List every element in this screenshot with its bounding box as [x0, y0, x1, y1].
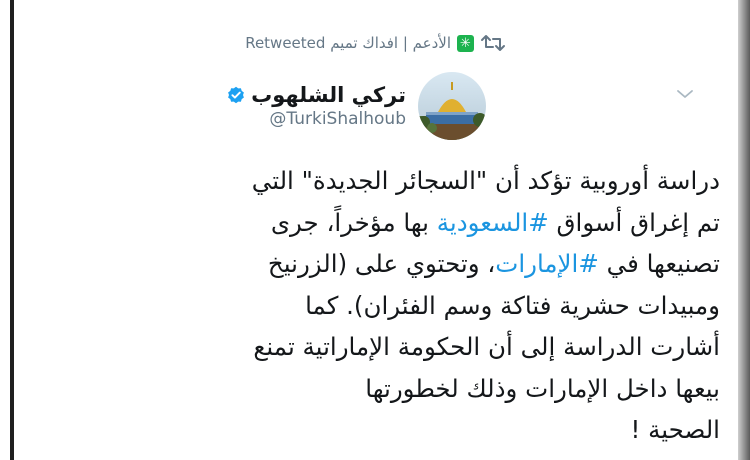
tweet-line: بيعها داخل الإمارات وذلك لخطورتها	[365, 373, 720, 403]
hashtag-link[interactable]: #السعودية	[437, 208, 549, 237]
retweeter-link[interactable]: الأدعم | افداك تميم Retweeted	[245, 34, 451, 52]
tweet-line: تصنيعها في #الإمارات، وتحتوي على (الزرني…	[56, 243, 720, 285]
tweet-line: ومبيدات حشرية فتاكة وسم الفئران). كما	[305, 290, 720, 320]
author-display-name[interactable]: تركي الشلهوب	[251, 83, 406, 107]
retweeted-label: Retweeted	[245, 34, 326, 52]
tweet-line: تم إغراق أسواق #السعودية بها مؤخراً، جرى	[56, 202, 720, 244]
tweet-line: أشارت الدراسة إلى أن الحكومة الإماراتية …	[253, 332, 720, 361]
retweet-context[interactable]: ✳ الأدعم | افداك تميم Retweeted	[245, 34, 506, 52]
avatar[interactable]	[418, 72, 486, 140]
author-handle[interactable]: @TurkiShalhoub	[269, 109, 406, 129]
tweet-header: تركي الشلهوب @TurkiShalhoub	[227, 72, 486, 140]
tweet-line: دراسة أوروبية تؤكد أن "السجائر الجديدة" …	[251, 166, 720, 195]
tweet-text: دراسة أوروبية تؤكد أن "السجائر الجديدة" …	[56, 160, 720, 451]
screen-edge-right	[738, 0, 750, 460]
dome-of-the-rock-avatar-image	[418, 72, 486, 140]
tweet-line: الصحية !	[630, 415, 720, 444]
retweeter-name[interactable]: الأدعم | افداك تميم	[330, 34, 451, 52]
tweet-text-segment: تم إغراق أسواق	[548, 207, 720, 237]
name-row: تركي الشلهوب	[227, 83, 406, 107]
hashtag-link[interactable]: #الإمارات	[495, 249, 599, 278]
author-names: تركي الشلهوب @TurkiShalhoub	[227, 83, 406, 129]
tweet-text-segment: بها مؤخراً، جرى	[270, 207, 437, 237]
tweet-card[interactable]: ✳ الأدعم | افداك تميم Retweeted تركي الش…	[20, 0, 732, 460]
chevron-down-icon[interactable]	[676, 88, 694, 100]
screen-edge-left	[10, 0, 14, 460]
retweet-icon	[481, 35, 505, 51]
tweet-text-segment: تصنيعها في	[598, 249, 720, 278]
green-asterisk-badge-icon: ✳	[457, 34, 474, 52]
verified-badge-icon	[228, 86, 245, 104]
tweet-text-segment: ، وتحتوي على (الزرنيخ	[267, 249, 496, 278]
